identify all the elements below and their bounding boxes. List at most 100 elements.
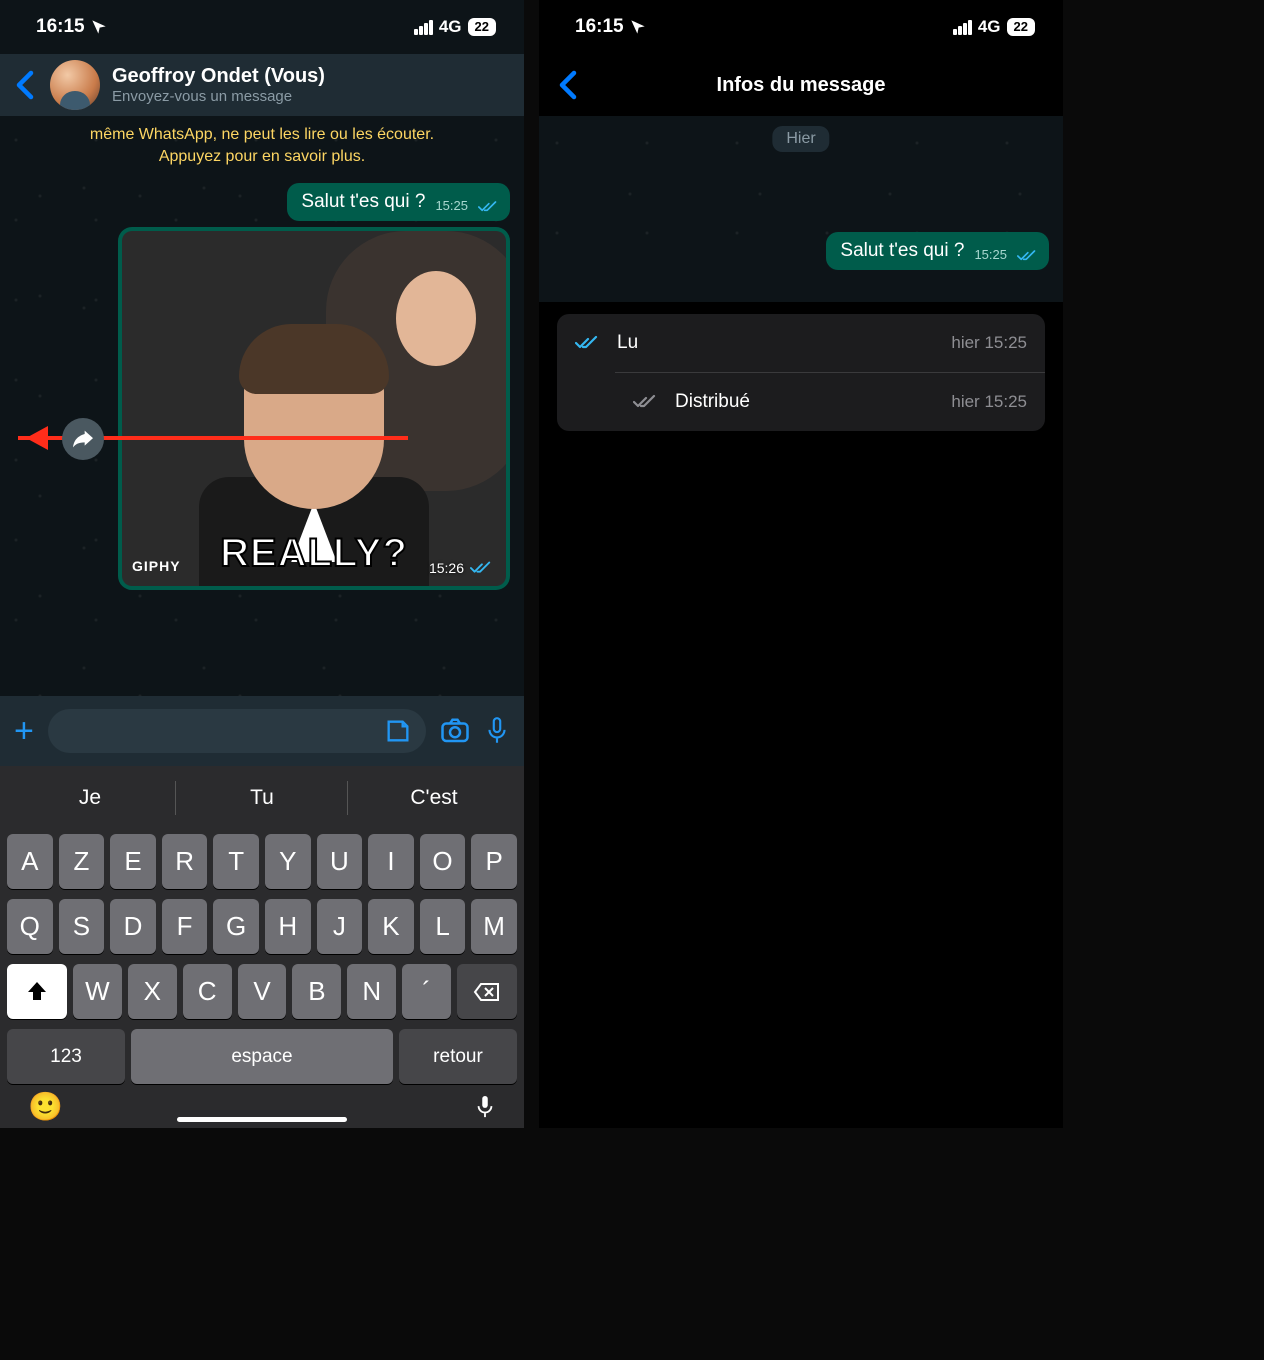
key-U[interactable]: U xyxy=(317,834,363,889)
key-V[interactable]: V xyxy=(238,964,287,1019)
network-label: 4G xyxy=(439,17,462,37)
message-input[interactable] xyxy=(48,709,426,753)
key-F[interactable]: F xyxy=(162,899,208,954)
status-bar: 16:15 4G 22 xyxy=(0,0,524,54)
key-´[interactable]: ´ xyxy=(402,964,451,1019)
chat-header: Geoffroy Ondet (Vous) Envoyez-vous un me… xyxy=(0,54,524,116)
status-time: 16:15 xyxy=(575,16,624,38)
read-ticks-icon xyxy=(470,561,492,575)
delivered-status-row: Distribué hier 15:25 xyxy=(615,372,1045,431)
contact-title-area[interactable]: Geoffroy Ondet (Vous) Envoyez-vous un me… xyxy=(112,64,325,106)
message-time: 15:25 xyxy=(974,247,1007,262)
key-R[interactable]: R xyxy=(162,834,208,889)
back-button[interactable] xyxy=(12,70,38,100)
location-icon xyxy=(630,19,646,35)
key-G[interactable]: G xyxy=(213,899,259,954)
key-B[interactable]: B xyxy=(292,964,341,1019)
signal-icon xyxy=(953,20,972,35)
key-Z[interactable]: Z xyxy=(59,834,105,889)
page-title: Infos du message xyxy=(717,74,886,97)
backspace-key[interactable] xyxy=(457,964,517,1019)
key-H[interactable]: H xyxy=(265,899,311,954)
sticker-icon[interactable] xyxy=(384,717,412,745)
delivered-label: Distribué xyxy=(675,391,933,413)
giphy-watermark: GIPHY xyxy=(132,558,181,574)
contact-avatar[interactable] xyxy=(50,60,100,110)
key-D[interactable]: D xyxy=(110,899,156,954)
home-indicator[interactable] xyxy=(177,1117,347,1122)
info-body: Hier Salut t'es qui ? 15:25 Lu hier 15:2… xyxy=(539,116,1063,1128)
key-S[interactable]: S xyxy=(59,899,105,954)
network-label: 4G xyxy=(978,17,1001,37)
delivered-time: hier 15:25 xyxy=(951,392,1027,412)
key-E[interactable]: E xyxy=(110,834,156,889)
key-W[interactable]: W xyxy=(73,964,122,1019)
message-time: 15:25 xyxy=(435,198,468,213)
space-key[interactable]: espace xyxy=(131,1029,393,1084)
message-text: Salut t'es qui ? xyxy=(301,191,425,213)
contact-name: Geoffroy Ondet (Vous) xyxy=(112,64,325,88)
attach-button[interactable]: + xyxy=(14,714,34,748)
numbers-key[interactable]: 123 xyxy=(7,1029,125,1084)
camera-button[interactable] xyxy=(440,716,470,746)
battery-badge: 22 xyxy=(468,18,496,36)
mic-button[interactable] xyxy=(484,716,510,746)
read-label: Lu xyxy=(617,332,933,354)
key-K[interactable]: K xyxy=(368,899,414,954)
forward-icon[interactable] xyxy=(62,418,104,460)
key-C[interactable]: C xyxy=(183,964,232,1019)
chat-screen: 16:15 4G 22 Geoffroy Ondet (Vous) Envoye… xyxy=(0,0,524,1128)
info-header: Infos du message xyxy=(539,54,1063,116)
key-J[interactable]: J xyxy=(317,899,363,954)
message-text: Salut t'es qui ? xyxy=(840,240,964,262)
read-ticks-icon xyxy=(575,335,599,351)
gif-time: 15:26 xyxy=(429,560,464,576)
message-info-screen: 16:15 4G 22 Infos du message Hier Salut … xyxy=(539,0,1063,1128)
suggestion[interactable]: C'est xyxy=(348,772,520,824)
message-preview-area: Hier Salut t'es qui ? 15:25 xyxy=(539,116,1063,302)
delivered-ticks-icon xyxy=(633,394,657,410)
key-M[interactable]: M xyxy=(471,899,517,954)
back-button[interactable] xyxy=(555,70,581,100)
emoji-key[interactable]: 🙂 xyxy=(28,1090,63,1123)
key-row-4: 123 espace retour xyxy=(4,1029,520,1084)
outgoing-gif-message[interactable]: REALLY? GIPHY 15:26 xyxy=(118,227,510,590)
key-T[interactable]: T xyxy=(213,834,259,889)
key-row-2: QSDFGHJKLM xyxy=(4,899,520,954)
suggestion[interactable]: Je xyxy=(4,772,176,824)
key-Q[interactable]: Q xyxy=(7,899,53,954)
status-time: 16:15 xyxy=(36,16,85,38)
delivery-status-list: Lu hier 15:25 Distribué hier 15:25 xyxy=(557,314,1045,431)
key-Y[interactable]: Y xyxy=(265,834,311,889)
key-N[interactable]: N xyxy=(347,964,396,1019)
chat-body[interactable]: même WhatsApp, ne peut les lire ou les é… xyxy=(0,116,524,696)
key-P[interactable]: P xyxy=(471,834,517,889)
key-L[interactable]: L xyxy=(420,899,466,954)
gif-preview: REALLY? GIPHY 15:26 xyxy=(122,231,506,586)
battery-badge: 22 xyxy=(1007,18,1035,36)
gif-caption: REALLY? xyxy=(220,531,408,576)
contact-subtitle: Envoyez-vous un message xyxy=(112,88,325,106)
key-row-1: AZERTYUIOP xyxy=(4,834,520,889)
message-preview-bubble[interactable]: Salut t'es qui ? 15:25 xyxy=(826,232,1049,270)
read-ticks-icon xyxy=(1017,250,1037,262)
key-X[interactable]: X xyxy=(128,964,177,1019)
key-I[interactable]: I xyxy=(368,834,414,889)
shift-key[interactable] xyxy=(7,964,67,1019)
outgoing-message[interactable]: Salut t'es qui ? 15:25 xyxy=(287,183,510,221)
return-key[interactable]: retour xyxy=(399,1029,517,1084)
read-status-row: Lu hier 15:25 xyxy=(557,314,1045,372)
date-chip: Hier xyxy=(772,126,829,152)
key-row-3: WXCVBN´ xyxy=(4,964,520,1019)
location-icon xyxy=(91,19,107,35)
message-input-bar: + xyxy=(0,696,524,766)
key-A[interactable]: A xyxy=(7,834,53,889)
dictation-key[interactable] xyxy=(474,1092,496,1122)
signal-icon xyxy=(414,20,433,35)
suggestion[interactable]: Tu xyxy=(176,772,348,824)
key-O[interactable]: O xyxy=(420,834,466,889)
status-bar: 16:15 4G 22 xyxy=(539,0,1063,54)
encryption-banner[interactable]: même WhatsApp, ne peut les lire ou les é… xyxy=(52,120,472,173)
read-time: hier 15:25 xyxy=(951,333,1027,353)
read-ticks-icon xyxy=(478,201,498,213)
